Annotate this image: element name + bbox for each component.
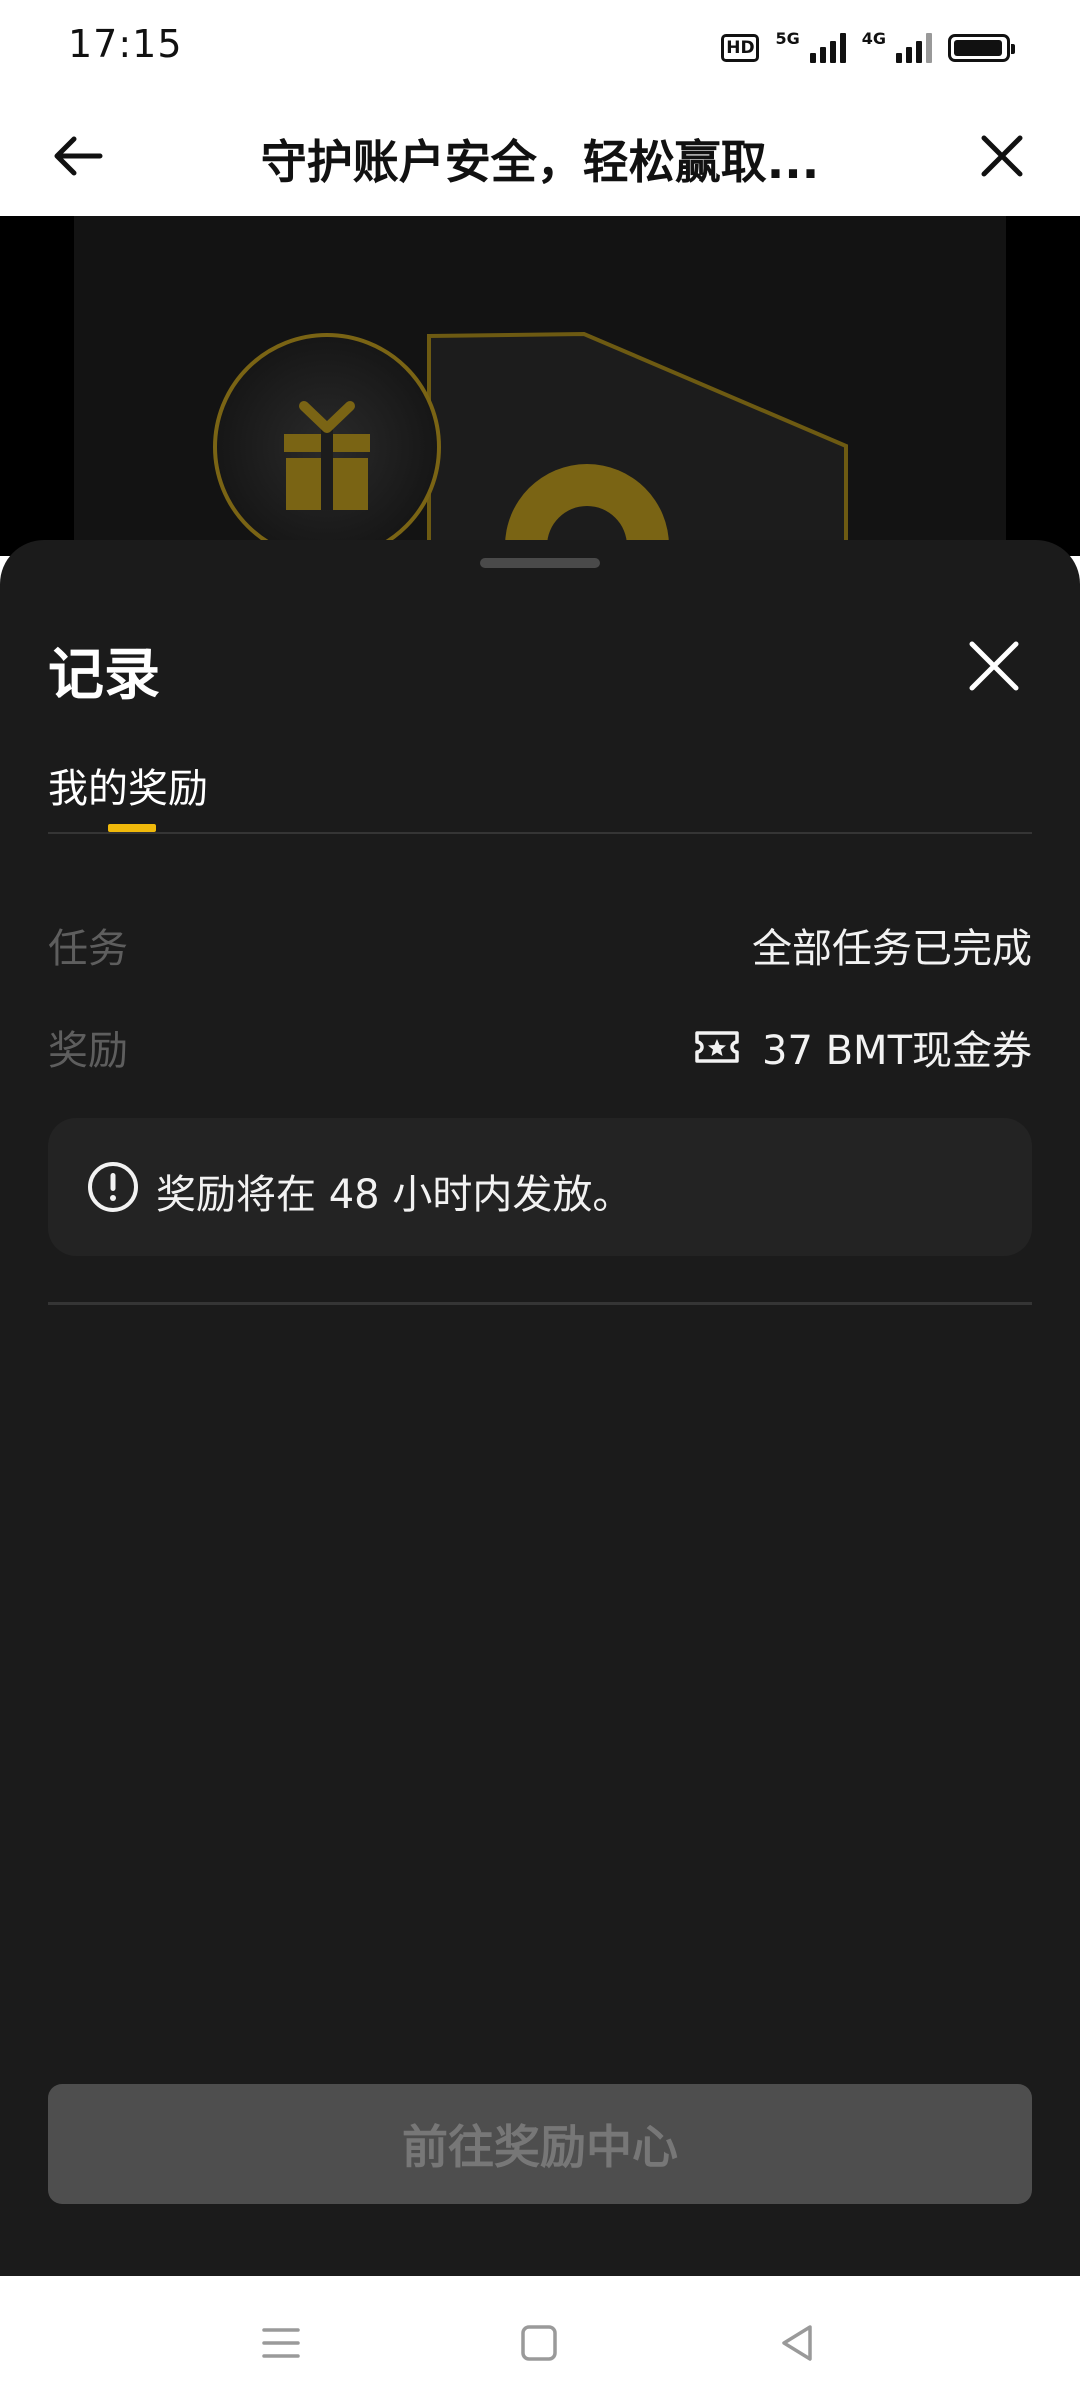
reward-label: 奖励 — [48, 1028, 128, 1074]
sheet-close-button[interactable] — [964, 636, 1024, 696]
network-5g-label: 5G — [775, 28, 800, 48]
signal-4g-icon — [896, 33, 932, 63]
reward-amount: 37 BMT现金券 — [762, 1028, 1032, 1074]
status-time: 17:15 — [68, 22, 183, 66]
info-icon — [88, 1162, 138, 1212]
gift-shield-illustration — [213, 331, 848, 628]
home-button[interactable] — [514, 2318, 564, 2368]
reward-value: 37 BMT现金券 — [694, 1018, 1032, 1076]
drag-handle[interactable] — [480, 558, 600, 568]
recent-apps-button[interactable] — [256, 2318, 306, 2368]
status-icons: HD 5G 4G — [721, 26, 1015, 70]
hd-icon: HD — [721, 34, 760, 62]
system-nav-bar — [0, 2276, 1080, 2408]
sheet-title: 记录 — [48, 643, 160, 708]
battery-fill — [954, 40, 1002, 56]
reward-notice: 奖励将在 48 小时内发放。 — [48, 1118, 1032, 1256]
ticket-icon — [695, 1031, 739, 1063]
app-header: 守护账户安全，轻松赢取... — [0, 96, 1080, 216]
back-triangle-icon — [782, 2325, 812, 2361]
back-nav-button[interactable] — [772, 2318, 822, 2368]
home-square-icon — [521, 2325, 557, 2361]
tabs-divider — [48, 832, 1032, 834]
close-page-button[interactable] — [972, 126, 1032, 186]
task-status: 全部任务已完成 — [752, 926, 1032, 972]
banner-background — [0, 216, 1080, 628]
task-value: 全部任务已完成 — [752, 916, 1032, 974]
signal-5g-icon — [809, 33, 846, 63]
banner-illustration — [74, 216, 1006, 628]
task-label: 任务 — [48, 926, 128, 972]
close-icon — [981, 135, 1023, 177]
page-title: 守护账户安全，轻松赢取... — [260, 135, 820, 189]
network-4g-label: 4G — [861, 28, 886, 48]
close-icon — [969, 641, 1019, 691]
battery-icon — [948, 34, 1015, 62]
menu-icon — [262, 2328, 300, 2358]
go-to-rewards-center-button[interactable]: 前往奖励中心 — [48, 2084, 1032, 2204]
tab-active-indicator — [108, 824, 156, 832]
records-sheet: 记录 我的奖励 任务 全部任务已完成 奖励 37 BMT现金券 奖励将在 48 … — [0, 540, 1080, 2276]
status-bar: 17:15 HD 5G 4G — [0, 0, 1080, 96]
tab-my-rewards[interactable]: 我的奖励 — [48, 756, 208, 814]
notice-text: 奖励将在 48 小时内发放。 — [156, 1172, 633, 1218]
content-divider — [48, 1302, 1032, 1305]
